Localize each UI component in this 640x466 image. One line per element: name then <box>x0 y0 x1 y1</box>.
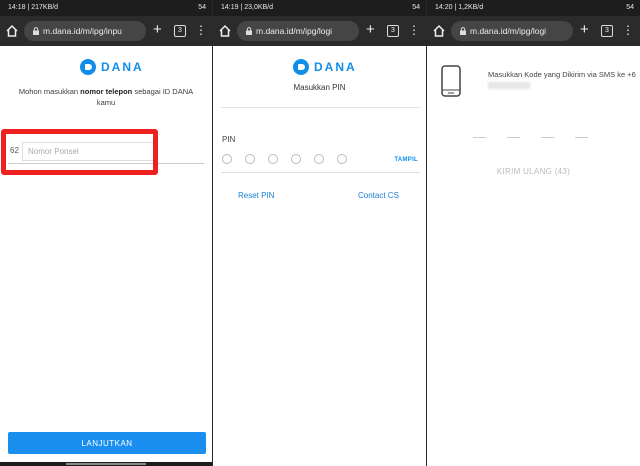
home-icon[interactable] <box>5 24 19 38</box>
url-text: m.dana.id/m/ipg/inpu <box>43 26 122 36</box>
otp-digit[interactable] <box>507 137 520 138</box>
pin-digit[interactable] <box>245 154 255 164</box>
dana-logo-icon <box>293 59 309 75</box>
phone-prompt: Mohon masukkan nomor telepon sebagai ID … <box>18 87 194 107</box>
status-battery: 54 <box>198 4 206 11</box>
home-icon[interactable] <box>432 24 446 38</box>
divider <box>221 107 420 108</box>
otp-digit[interactable] <box>575 137 588 138</box>
more-menu-icon[interactable]: ⋮ <box>195 24 207 36</box>
url-text: m.dana.id/m/ipg/logi <box>256 26 333 36</box>
country-code: 62 <box>10 146 19 155</box>
screen-phone-input: 14:18 | 217KB/d 54 m.dana.id/m/ipg/inpu … <box>0 0 212 466</box>
status-bar: 14:18 | 217KB/d 54 <box>0 0 212 16</box>
dana-logo-icon <box>80 59 96 75</box>
tab-switcher-icon[interactable]: 3 <box>601 25 613 37</box>
pin-underline <box>221 172 420 173</box>
dana-logo-text: DANA <box>101 60 144 74</box>
show-pin-button[interactable]: TAMPIL <box>394 157 418 163</box>
browser-toolbar: m.dana.id/m/ipg/logi + 3 ⋮ <box>427 16 640 46</box>
gesture-bar <box>0 462 212 466</box>
lock-icon <box>33 27 39 35</box>
browser-toolbar: m.dana.id/m/ipg/logi + 3 ⋮ <box>213 16 426 46</box>
continue-button[interactable]: LANJUTKAN <box>8 432 206 454</box>
phone-number-input[interactable] <box>22 142 155 161</box>
status-bar: 14:19 | 23,0KB/d 54 <box>213 0 426 16</box>
pin-digit[interactable] <box>291 154 301 164</box>
pin-digit[interactable] <box>268 154 278 164</box>
status-time: 14:20 | 1,2KB/d <box>435 4 484 11</box>
status-time: 14:19 | 23,0KB/d <box>221 4 274 11</box>
dana-logo: DANA <box>80 59 144 75</box>
tab-switcher-icon[interactable]: 3 <box>387 25 399 37</box>
pin-input[interactable] <box>222 154 347 164</box>
lock-icon <box>460 27 466 35</box>
more-menu-icon[interactable]: ⋮ <box>622 24 634 36</box>
tab-switcher-icon[interactable]: 3 <box>174 25 186 37</box>
contact-cs-link[interactable]: Contact CS <box>358 191 399 200</box>
pin-title: Masukkan PIN <box>293 83 346 92</box>
phone-field-row: 62 <box>8 141 204 164</box>
home-icon[interactable] <box>218 24 232 38</box>
status-battery: 54 <box>626 4 634 11</box>
browser-toolbar: m.dana.id/m/ipg/inpu + 3 ⋮ <box>0 16 212 46</box>
more-menu-icon[interactable]: ⋮ <box>408 24 420 36</box>
dana-logo-text: DANA <box>314 60 357 74</box>
pin-digit[interactable] <box>337 154 347 164</box>
resend-button[interactable]: KIRIM ULANG (43) <box>427 167 640 176</box>
dana-logo: DANA <box>293 59 357 75</box>
status-bar: 14:20 | 1,2KB/d 54 <box>427 0 640 16</box>
pin-label: PIN <box>222 135 236 144</box>
screen-pin: 14:19 | 23,0KB/d 54 m.dana.id/m/ipg/logi… <box>213 0 426 466</box>
url-text: m.dana.id/m/ipg/logi <box>470 26 547 36</box>
status-battery: 54 <box>412 4 420 11</box>
masked-phone <box>488 81 530 89</box>
otp-input[interactable] <box>473 137 588 138</box>
otp-digit[interactable] <box>473 137 486 138</box>
phone-device-icon <box>441 65 461 97</box>
plus-icon[interactable]: + <box>580 20 589 40</box>
lock-icon <box>246 27 252 35</box>
status-time: 14:18 | 217KB/d <box>8 4 59 11</box>
plus-icon[interactable]: + <box>366 20 375 40</box>
plus-icon[interactable]: + <box>153 20 162 40</box>
url-bar[interactable]: m.dana.id/m/ipg/inpu <box>24 21 146 41</box>
otp-message: Masukkan Kode yang Dikirim via SMS ke +6 <box>488 70 636 90</box>
pin-digit[interactable] <box>222 154 232 164</box>
reset-pin-link[interactable]: Reset PIN <box>238 191 274 200</box>
screen-otp: 14:20 | 1,2KB/d 54 m.dana.id/m/ipg/logi … <box>427 0 640 466</box>
pin-digit[interactable] <box>314 154 324 164</box>
url-bar[interactable]: m.dana.id/m/ipg/logi <box>237 21 359 41</box>
otp-digit[interactable] <box>541 137 554 138</box>
url-bar[interactable]: m.dana.id/m/ipg/logi <box>451 21 573 41</box>
